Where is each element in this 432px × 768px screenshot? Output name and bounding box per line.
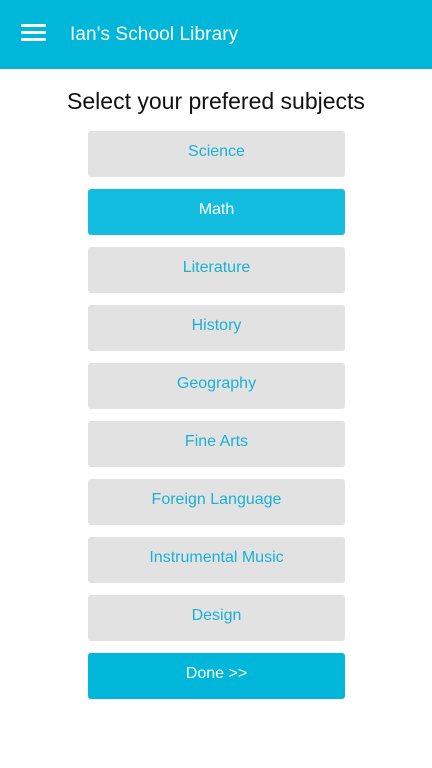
page-title: Select your prefered subjects	[67, 88, 365, 114]
subject-button-instrumental-music[interactable]: Instrumental Music	[88, 537, 345, 583]
hamburger-menu-icon[interactable]	[21, 22, 47, 42]
subject-button-foreign-language[interactable]: Foreign Language	[88, 479, 345, 525]
subject-button-geography[interactable]: Geography	[88, 363, 345, 409]
app-bar: Ian's School Library	[0, 0, 432, 69]
subject-button-literature[interactable]: Literature	[88, 247, 345, 293]
app-screen: Ian's School Library Select your prefere…	[0, 0, 432, 768]
subject-list: Science Math Literature History Geograph…	[88, 131, 345, 711]
subject-button-science[interactable]: Science	[88, 131, 345, 177]
done-button[interactable]: Done >>	[88, 653, 345, 699]
subject-button-math[interactable]: Math	[88, 189, 345, 235]
app-title: Ian's School Library	[70, 24, 239, 45]
subject-button-design[interactable]: Design	[88, 595, 345, 641]
subject-button-history[interactable]: History	[88, 305, 345, 351]
subject-button-fine-arts[interactable]: Fine Arts	[88, 421, 345, 467]
